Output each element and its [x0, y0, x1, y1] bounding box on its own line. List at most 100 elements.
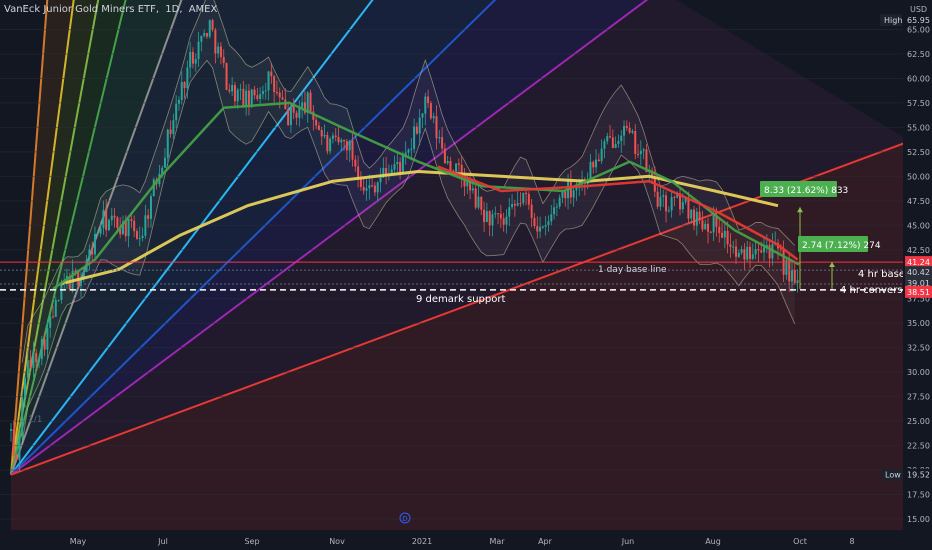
candle-body — [351, 140, 354, 160]
callout-upper-text: 8.33 (21.62%) 833 — [764, 186, 848, 196]
candle-body — [611, 137, 614, 148]
candle-body — [793, 270, 796, 283]
candle-body — [29, 360, 32, 368]
candle-body — [93, 233, 96, 255]
candle-body — [144, 215, 147, 236]
candle-body — [455, 163, 458, 173]
candle-body — [410, 148, 413, 150]
candle-body — [10, 429, 12, 431]
candle-body — [186, 67, 189, 89]
candle-body — [191, 51, 194, 64]
candle-body — [331, 135, 334, 139]
candle-body — [550, 214, 553, 222]
callout-lower-text: 2.74 (7.12%) 274 — [802, 241, 881, 251]
candle-body — [287, 109, 290, 126]
candle-body — [407, 149, 410, 153]
candle-body — [43, 339, 46, 350]
candle-body — [88, 249, 91, 260]
candle-body — [200, 35, 203, 42]
candle-body — [642, 149, 645, 151]
candle-body — [320, 129, 323, 137]
candle-body — [443, 148, 446, 164]
exchange: AMEX — [188, 4, 218, 15]
candle-body — [323, 134, 326, 137]
y-tick-label: 25.00 — [907, 417, 930, 426]
y-tick-label: 57.50 — [907, 99, 930, 108]
candle-body — [239, 89, 242, 91]
candle-body — [505, 216, 508, 225]
candle-body — [729, 244, 732, 247]
candle-body — [21, 396, 24, 437]
x-tick-label: Sep — [244, 537, 259, 546]
candle-body — [435, 116, 438, 139]
candle-body — [620, 135, 623, 142]
candle-body — [670, 197, 673, 211]
candle-body — [421, 113, 424, 118]
candle-body — [35, 352, 38, 363]
candle-body — [138, 238, 141, 240]
candle-body — [449, 161, 452, 171]
y-tick-label: 55.00 — [907, 123, 930, 132]
candle-body — [768, 244, 771, 259]
candle-body — [345, 141, 348, 151]
candle-body — [424, 96, 427, 114]
candle-body — [721, 232, 724, 238]
candle-body — [488, 211, 491, 226]
candle-body — [525, 192, 528, 194]
candle-body — [197, 41, 200, 60]
x-tick-label: May — [70, 537, 87, 546]
candle-body — [746, 246, 749, 260]
candle-body — [718, 226, 721, 233]
candle-body — [365, 188, 368, 191]
candle-body — [371, 185, 374, 187]
candle-body — [273, 76, 276, 92]
y-tick-label: 15.00 — [907, 515, 930, 524]
candle-body — [477, 196, 480, 208]
candle-body — [49, 316, 52, 328]
title-separator: , — [179, 4, 183, 15]
candle-body — [225, 63, 228, 90]
candle-body — [709, 231, 712, 233]
candle-body — [446, 161, 449, 164]
candle-body — [236, 89, 239, 102]
candle-body — [396, 162, 399, 165]
label-day-base: 1 day base line — [598, 265, 667, 275]
candle-body — [147, 215, 150, 219]
symbol-name: VanEck Junior Gold Miners ETF — [4, 4, 156, 15]
candle-body — [603, 141, 606, 149]
chart-title: VanEck Junior Gold Miners ETF, 1D, AMEX — [4, 4, 220, 15]
candle-body — [701, 220, 704, 230]
y-tick-label: 30.00 — [907, 368, 930, 377]
candle-body — [726, 230, 729, 245]
candle-body — [233, 85, 236, 102]
candle-body — [373, 185, 376, 193]
candle-body — [51, 316, 54, 318]
x-tick-label: Apr — [538, 537, 553, 546]
y-tick-label: 42.50 — [907, 246, 930, 255]
candle-body — [245, 90, 248, 107]
x-tick-label: Jul — [157, 537, 168, 546]
candle-body — [662, 195, 665, 197]
candle-body — [418, 117, 421, 134]
candle-body — [135, 231, 138, 239]
candle-body — [292, 106, 295, 113]
candle-body — [530, 204, 533, 218]
candle-body — [704, 223, 707, 230]
candle-body — [317, 125, 320, 130]
candle-body — [502, 218, 505, 225]
candle-body — [572, 190, 575, 198]
candle-body — [485, 211, 488, 223]
candle-body — [217, 46, 220, 54]
candle-body — [127, 219, 130, 237]
candle-body — [18, 436, 21, 460]
fan-ratio-label: 1/1 — [28, 415, 42, 425]
interval[interactable]: 1D — [165, 4, 179, 15]
candle-body — [399, 162, 402, 173]
candle-body — [326, 134, 329, 152]
candle-body — [105, 210, 108, 231]
candle-body — [533, 217, 536, 227]
low-label: Low — [885, 471, 901, 480]
price-chart[interactable]: 1 day base line 4 hr base4 hr conversion9… — [0, 0, 932, 550]
candle-body — [242, 89, 245, 107]
candle-body — [659, 196, 662, 207]
